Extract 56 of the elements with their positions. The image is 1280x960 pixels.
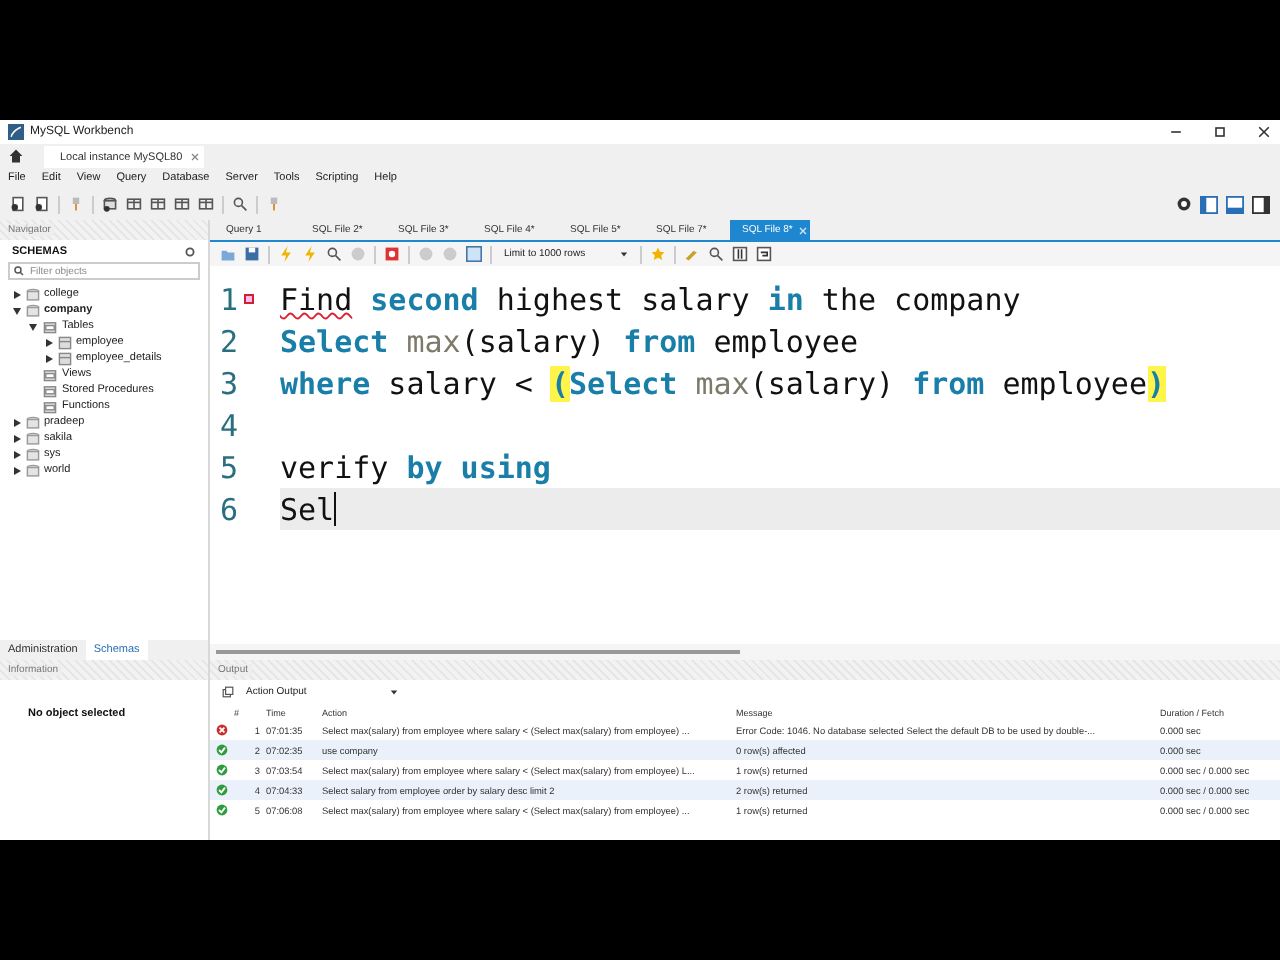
table-icon[interactable] — [174, 196, 190, 212]
folder-icon — [42, 319, 58, 333]
star-icon[interactable] — [650, 246, 666, 262]
caret-icon — [620, 250, 628, 258]
code-line: Find second highest salary in the company — [280, 281, 1021, 317]
copy-icon[interactable] — [222, 686, 234, 698]
toggle-icon[interactable] — [384, 246, 400, 262]
code-line: Sel — [280, 491, 337, 527]
success-icon — [216, 804, 228, 816]
table-icon[interactable] — [126, 196, 142, 212]
sidebar-toggle-icon[interactable] — [1200, 195, 1218, 213]
text-cursor — [334, 492, 337, 526]
table-icon[interactable] — [150, 196, 166, 212]
caret-icon — [390, 688, 398, 696]
new-file-icon[interactable] — [10, 196, 26, 212]
code-line: verify by using — [280, 449, 551, 485]
expand-arrow-icon[interactable] — [12, 417, 22, 427]
home-icon[interactable] — [8, 148, 24, 164]
maximize-icon[interactable] — [1212, 124, 1228, 140]
gear-icon[interactable] — [1176, 196, 1192, 212]
line-number: 3 — [220, 365, 238, 401]
error-icon — [216, 724, 228, 736]
paragraph-icon[interactable] — [732, 246, 748, 262]
expand-arrow-icon[interactable] — [44, 337, 54, 347]
table-icon[interactable] — [198, 196, 214, 212]
close-icon[interactable] — [1256, 124, 1272, 140]
search-icon[interactable] — [232, 196, 248, 212]
success-icon — [216, 764, 228, 776]
expand-arrow-icon[interactable] — [12, 433, 22, 443]
line-number: 4 — [220, 407, 238, 443]
line-number: 5 — [220, 449, 238, 485]
line-number: 2 — [220, 323, 238, 359]
search-icon[interactable] — [326, 246, 342, 262]
save-icon[interactable] — [244, 246, 260, 262]
output-toggle-icon[interactable] — [1226, 195, 1244, 213]
search-icon[interactable] — [708, 246, 724, 262]
success-icon — [216, 744, 228, 756]
line-number: 1 — [220, 281, 238, 317]
database-icon[interactable] — [102, 196, 118, 212]
expand-arrow-icon[interactable] — [12, 465, 22, 475]
code-line: Select max(salary) from employee — [280, 323, 858, 359]
new-file-icon[interactable] — [34, 196, 50, 212]
sidebar-toggle-icon[interactable] — [1252, 195, 1270, 213]
search-icon — [14, 266, 24, 276]
expand-arrow-icon[interactable] — [12, 289, 22, 299]
panel-icon[interactable] — [466, 246, 482, 262]
code-line: where salary < (Select max(salary) from employee) — [280, 365, 1166, 401]
close-tab-icon[interactable] — [190, 152, 201, 162]
collapse-arrow-icon[interactable] — [12, 305, 22, 315]
collapse-arrow-icon[interactable] — [28, 321, 38, 331]
expand-arrow-icon[interactable] — [44, 353, 54, 363]
scrollbar-thumb[interactable] — [216, 650, 740, 654]
success-icon — [216, 784, 228, 796]
expand-arrow-icon[interactable] — [12, 449, 22, 459]
line-number: 6 — [220, 491, 238, 527]
wrap-icon[interactable] — [756, 246, 772, 262]
